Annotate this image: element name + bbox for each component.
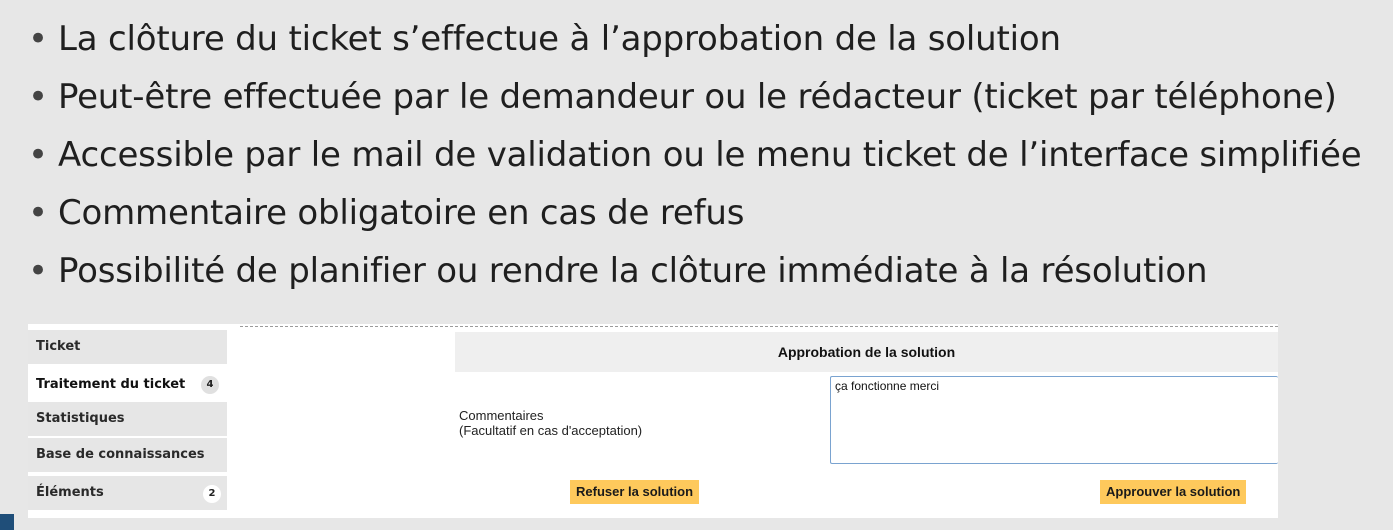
bullet-glyph: • [28,193,48,233]
sidebar-item-label: Éléments [36,485,104,500]
bullet-item: • Peut-être effectuée par le demandeur ou… [28,68,1361,126]
sidebar-item-label: Traitement du ticket [36,377,186,392]
approval-panel: Approbation de la solution Commentaires … [240,324,1278,518]
count-badge: 2 [203,485,221,503]
count-badge: 4 [201,376,219,394]
bullet-glyph: • [28,77,48,117]
comment-textarea[interactable]: ça fonctionne merci [830,376,1278,464]
sidebar-item-label: Ticket [36,339,81,354]
sidebar-item-statistiques[interactable]: Statistiques [28,402,227,436]
sidebar: Ticket Traitement du ticket 4 Statistiqu… [28,324,227,518]
ticket-screenshot: Ticket Traitement du ticket 4 Statistiqu… [28,324,1278,518]
slide-accent-bar [0,514,14,530]
bullet-item: • La clôture du ticket s’effectue à l’app… [28,10,1361,68]
bullet-text: La clôture du ticket s’effectue à l’appr… [58,19,1061,59]
bullet-item: • Possibilité de planifier ou rendre la c… [28,242,1361,300]
bullet-text: Commentaire obligatoire en cas de refus [58,193,745,233]
sidebar-item-base-connaissances[interactable]: Base de connaissances [28,438,227,472]
approve-solution-button[interactable]: Approuver la solution [1100,480,1247,504]
bullet-glyph: • [28,251,48,291]
approval-title: Approbation de la solution [455,332,1278,372]
sidebar-item-label: Base de connaissances [36,447,205,462]
refuse-solution-button[interactable]: Refuser la solution [570,480,700,504]
bullet-list: • La clôture du ticket s’effectue à l’app… [28,10,1362,300]
bullet-glyph: • [28,19,48,59]
comment-label: Commentaires (Facultatif en cas d'accept… [459,408,642,438]
bullet-text: Possibilité de planifier ou rendre la cl… [58,251,1208,291]
sidebar-item-label: Statistiques [36,411,125,426]
dashed-divider [240,326,1278,327]
bullet-glyph: • [28,135,48,175]
sidebar-item-elements[interactable]: Éléments 2 [28,476,227,510]
comment-label-hint: (Facultatif en cas d'acceptation) [459,423,643,438]
bullet-text: Peut-être effectuée par le demandeur ou … [58,77,1337,117]
sidebar-item-ticket[interactable]: Ticket [28,330,227,364]
bullet-item: • Commentaire obligatoire en cas de refus [28,184,1361,242]
sidebar-item-traitement[interactable]: Traitement du ticket 4 [28,368,227,402]
bullet-item: • Accessible par le mail de validation ou… [28,126,1362,184]
bullet-text: Accessible par le mail de validation ou … [58,135,1362,175]
comment-label-title: Commentaires [459,408,544,423]
